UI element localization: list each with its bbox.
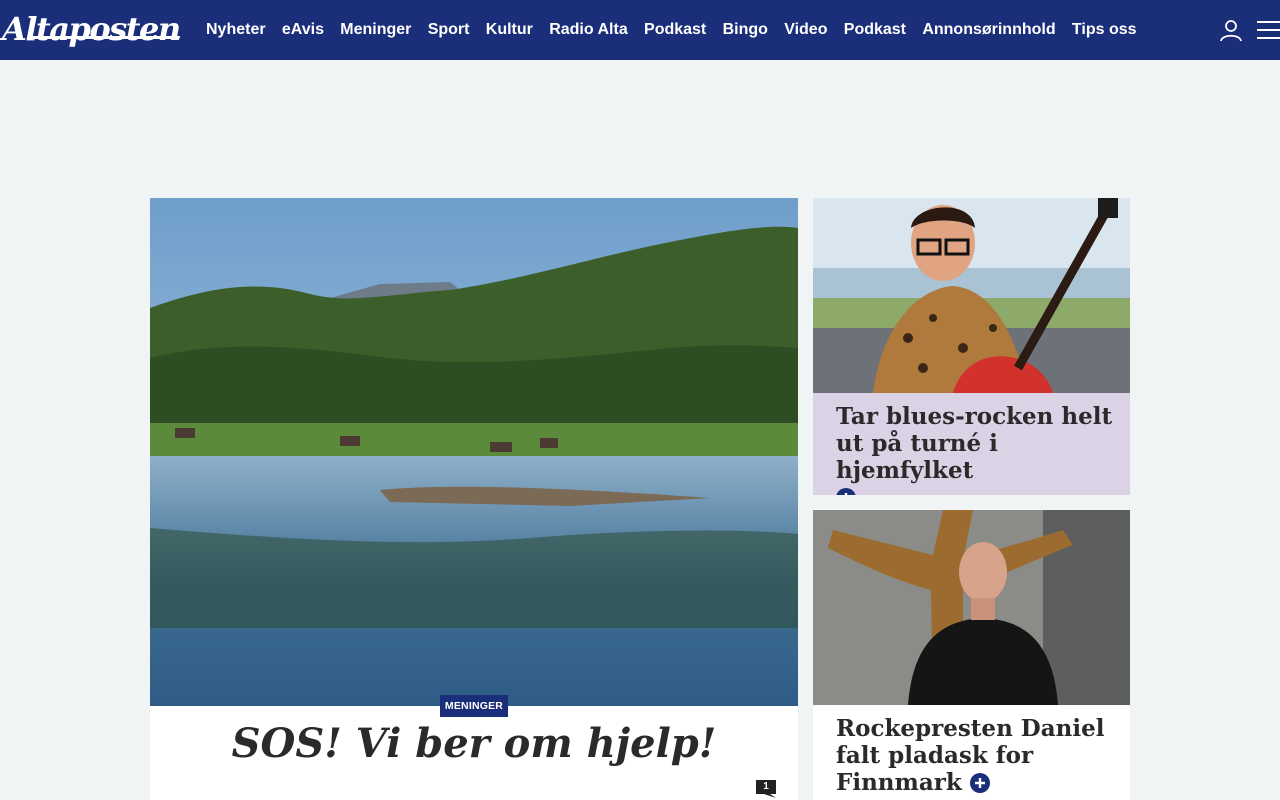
category-badge[interactable]: MENINGER — [440, 695, 508, 717]
nav-item-nyheter[interactable]: Nyheter — [206, 21, 266, 39]
site-logo[interactable]: Altaposten — [2, 8, 184, 50]
nav-item-kultur[interactable]: Kultur — [486, 21, 533, 39]
nav-item-bingo[interactable]: Bingo — [723, 21, 768, 39]
nav-item-tips-oss[interactable]: Tips oss — [1072, 21, 1137, 39]
side-article-title-text: Tar blues-rocken helt ut på turné i hjem… — [836, 403, 1113, 484]
logo-text: Altaposten — [2, 10, 181, 48]
article-image-lake[interactable] — [150, 198, 798, 706]
nav-item-podkast-2[interactable]: Podkast — [844, 21, 906, 39]
side-article-title[interactable]: Tar blues-rocken helt ut på turné i hjem… — [836, 403, 1116, 495]
logo-underline — [29, 36, 181, 39]
article-image-priest[interactable] — [813, 510, 1130, 705]
menu-icon[interactable] — [1257, 19, 1280, 41]
comment-count: 1 — [763, 781, 769, 792]
main-article[interactable]: MENINGER SOS! Vi ber om hjelp! 1 — [150, 198, 798, 800]
nav-item-annonsorinnhold[interactable]: Annonsørinnhold — [922, 21, 1055, 39]
user-icon[interactable] — [1219, 18, 1243, 42]
main-article-title[interactable]: SOS! Vi ber om hjelp! — [150, 718, 798, 770]
nav-item-podkast[interactable]: Podkast — [644, 21, 706, 39]
side-article-title[interactable]: Rockepresten Daniel falt pladask for Fin… — [836, 715, 1116, 796]
article-image-guitarist[interactable] — [813, 198, 1130, 393]
side-article-rockepresten[interactable]: Rockepresten Daniel falt pladask for Fin… — [813, 510, 1130, 800]
plus-icon — [836, 487, 856, 495]
side-article-blues-rock[interactable]: Tar blues-rocken helt ut på turné i hjem… — [813, 198, 1130, 495]
main-nav: Nyheter eAvis Meninger Sport Kultur Radi… — [206, 0, 1153, 60]
site-header: Altaposten Nyheter eAvis Meninger Sport … — [0, 0, 1280, 60]
ad-space — [0, 60, 1280, 198]
nav-item-sport[interactable]: Sport — [428, 21, 470, 39]
nav-item-radio-alta[interactable]: Radio Alta — [549, 21, 628, 39]
plus-icon — [969, 772, 990, 793]
nav-item-meninger[interactable]: Meninger — [340, 21, 411, 39]
nav-item-video[interactable]: Video — [784, 21, 827, 39]
nav-item-eavis[interactable]: eAvis — [282, 21, 324, 39]
